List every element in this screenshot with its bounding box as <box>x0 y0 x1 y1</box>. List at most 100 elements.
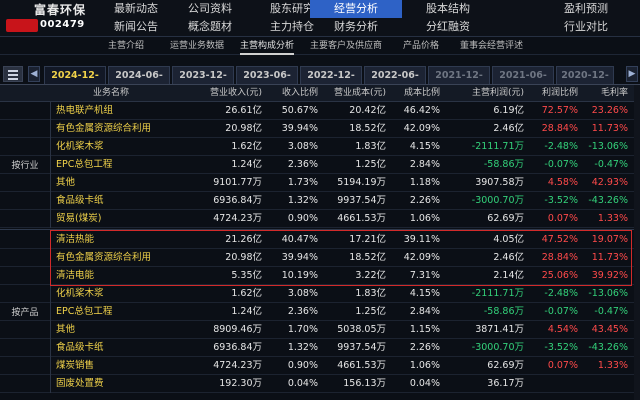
date-tab-2021-06-30[interactable]: 2021-06-30 <box>492 66 554 98</box>
date-tab-2023-12-31[interactable]: 2023-12-31 <box>172 66 234 98</box>
date-tab-2020-12-31[interactable]: 2020-12-31 <box>556 66 614 98</box>
nav-item-4[interactable]: 经营分析 <box>310 0 402 18</box>
nav-item-1[interactable]: 最新动态 <box>104 0 168 18</box>
table-cell: 1.25亿 <box>355 306 386 317</box>
date-tab-2024-12-31[interactable]: 2024-12-31 <box>44 66 106 98</box>
table-cell: 9937.54万 <box>337 342 386 353</box>
table-row[interactable]: 化机桨木浆 1.62亿 3.08% 1.83亿 4.15% -2111.71万 -2.48%… <box>0 138 640 156</box>
table-cell: 8909.46万 <box>213 324 262 335</box>
column-header[interactable]: 业务名称 <box>56 85 166 102</box>
table-cell: 43.45% <box>591 324 628 335</box>
nav-item-12[interactable]: 行业对比 <box>540 18 632 36</box>
column-header[interactable]: 营业收入(元) <box>196 85 262 102</box>
table-row[interactable]: 有色金属资源综合利用 20.98亿 39.94% 18.52亿 42.09% 2.46亿 2… <box>0 120 640 138</box>
business-name: 食品级卡纸 <box>56 195 104 206</box>
date-tab-2024-06-30[interactable]: 2024-06-30 <box>108 66 170 98</box>
column-header[interactable]: 成本比例 <box>386 85 440 102</box>
nav-item-10[interactable]: 财务分析 <box>310 18 402 36</box>
table-cell: 20.42亿 <box>349 105 386 116</box>
table-cell: 4724.23万 <box>213 360 262 371</box>
table-cell: -43.26% <box>588 195 628 206</box>
table-cell: 62.69万 <box>487 213 524 224</box>
next-date-icon[interactable]: ▶ <box>626 66 638 82</box>
subtab-5[interactable]: 产品价格 <box>403 39 439 53</box>
business-name: 食品级卡纸 <box>56 342 104 353</box>
table-cell: -3.52% <box>544 342 578 353</box>
business-name: 煤炭销售 <box>56 360 95 371</box>
table-cell: -43.26% <box>588 342 628 353</box>
table-cell: -58.86万 <box>483 159 524 170</box>
table-row[interactable]: 热电联产机组 26.61亿 50.67% 20.42亿 46.42% 6.19亿 72.57… <box>0 102 640 120</box>
table-row[interactable]: 食品级卡纸 6936.84万 1.32% 9937.54万 2.26% -3000.70万… <box>0 339 640 357</box>
subtab-4[interactable]: 主要客户及供应商 <box>310 39 382 53</box>
table-cell: 42.09% <box>403 123 440 134</box>
table-cell: -2.48% <box>544 288 578 299</box>
table-cell: 4.54% <box>547 324 578 335</box>
date-tab-2023-06-30[interactable]: 2023-06-30 <box>236 66 298 98</box>
table-cell: 1.18% <box>409 177 440 188</box>
table-row[interactable]: 其他 9101.77万 1.73% 5194.19万 1.18% 3907.58万 4.58… <box>0 174 640 192</box>
column-header[interactable]: 毛利率 <box>578 85 628 102</box>
subtab-3[interactable]: 主营构成分析 <box>240 39 295 55</box>
column-header[interactable]: 利润比例 <box>524 85 578 102</box>
table-cell: 2.36% <box>287 159 318 170</box>
table-cell: 20.98亿 <box>225 123 262 134</box>
column-header[interactable]: 主营利润(元) <box>440 85 524 102</box>
table-row[interactable]: 其他 8909.46万 1.70% 5038.05万 1.15% 3871.41万 4.54… <box>0 321 640 339</box>
table-cell: 4661.53万 <box>337 360 386 371</box>
nav-item-8[interactable]: 概念题材 <box>170 18 250 36</box>
table-cell: 18.52亿 <box>349 123 386 134</box>
scrollbar[interactable] <box>634 85 640 400</box>
group-label: 按行业 <box>11 161 39 171</box>
table-cell: 4.15% <box>409 288 440 299</box>
table-cell: 28.84% <box>541 123 578 134</box>
business-name: 化机桨木浆 <box>56 141 104 152</box>
business-name: EPC总包工程 <box>56 306 113 317</box>
date-tab-2022-06-30[interactable]: 2022-06-30 <box>364 66 426 98</box>
date-tab-2021-12-31[interactable]: 2021-12-31 <box>428 66 490 98</box>
nav-item-11[interactable]: 分红融资 <box>413 18 483 36</box>
table-cell: 3.08% <box>287 288 318 299</box>
table-cell: 1.06% <box>409 360 440 371</box>
table-row[interactable]: 固废处置费 192.30万 0.04% 156.13万 0.04% 36.17万 <box>0 375 640 393</box>
table-cell: 0.90% <box>287 360 318 371</box>
table-row[interactable]: 化机桨木浆 1.62亿 3.08% 1.83亿 4.15% -2111.71万 -2.48%… <box>0 285 640 303</box>
table-cell: 4.58% <box>547 177 578 188</box>
subtab-6[interactable]: 董事会经营评述 <box>460 39 523 53</box>
table-row[interactable]: EPC总包工程 1.24亿 2.36% 1.25亿 2.84% -58.86万 -0.07%… <box>0 156 640 174</box>
prev-date-icon[interactable]: ◀ <box>28 66 40 82</box>
business-name: 固废处置费 <box>56 378 104 389</box>
table-cell: -0.47% <box>594 306 628 317</box>
table-cell: 62.69万 <box>487 360 524 371</box>
column-header[interactable]: 营业成本(元) <box>318 85 386 102</box>
column-header[interactable]: 收入比例 <box>262 85 318 102</box>
highlight-box <box>50 230 632 286</box>
table-cell: 6.19亿 <box>493 105 524 116</box>
subtab-1[interactable]: 主营介绍 <box>108 39 144 53</box>
table-cell: 1.73% <box>287 177 318 188</box>
table-header: 业务名称 营业收入(元) 收入比例 营业成本(元) 成本比例 主营利润(元) 利润比例 毛利率 <box>0 85 640 102</box>
nav-item-7[interactable]: 新闻公告 <box>104 18 168 36</box>
table-row[interactable]: 食品级卡纸 6936.84万 1.32% 9937.54万 2.26% -3000.70万… <box>0 192 640 210</box>
table-cell: 3871.41万 <box>475 324 524 335</box>
table-cell: 0.07% <box>547 360 578 371</box>
table-cell: 6936.84万 <box>213 342 262 353</box>
table-cell: -58.86万 <box>483 306 524 317</box>
table-row[interactable]: 煤炭销售 4724.23万 0.90% 4661.53万 1.06% 62.69万 0.07… <box>0 357 640 375</box>
table-cell: 2.36% <box>287 306 318 317</box>
menu-icon[interactable] <box>3 66 23 82</box>
nav-item-2[interactable]: 公司资料 <box>170 0 250 18</box>
table-row[interactable]: EPC总包工程 1.24亿 2.36% 1.25亿 2.84% -58.86万 -0.07%… <box>0 303 640 321</box>
report-date-bar: ◀ 2024-12-312024-06-302023-12-312023-06-… <box>0 64 640 98</box>
table-cell: 2.84% <box>409 159 440 170</box>
date-tab-2022-12-31[interactable]: 2022-12-31 <box>300 66 362 98</box>
stock-code: 002479 <box>40 19 85 30</box>
nav-item-6[interactable]: 盈利预测 <box>540 0 632 18</box>
subtab-2[interactable]: 运营业务数据 <box>170 39 224 53</box>
business-name: 其他 <box>56 324 76 335</box>
table-cell: 2.46亿 <box>493 123 524 134</box>
stock-logo-icon <box>6 19 38 32</box>
nav-item-5[interactable]: 股本结构 <box>413 0 483 18</box>
table-row[interactable]: 贸易(煤炭) 4724.23万 0.90% 4661.53万 1.06% 62.69万 0.… <box>0 210 640 228</box>
table-cell: 1.33% <box>597 213 628 224</box>
